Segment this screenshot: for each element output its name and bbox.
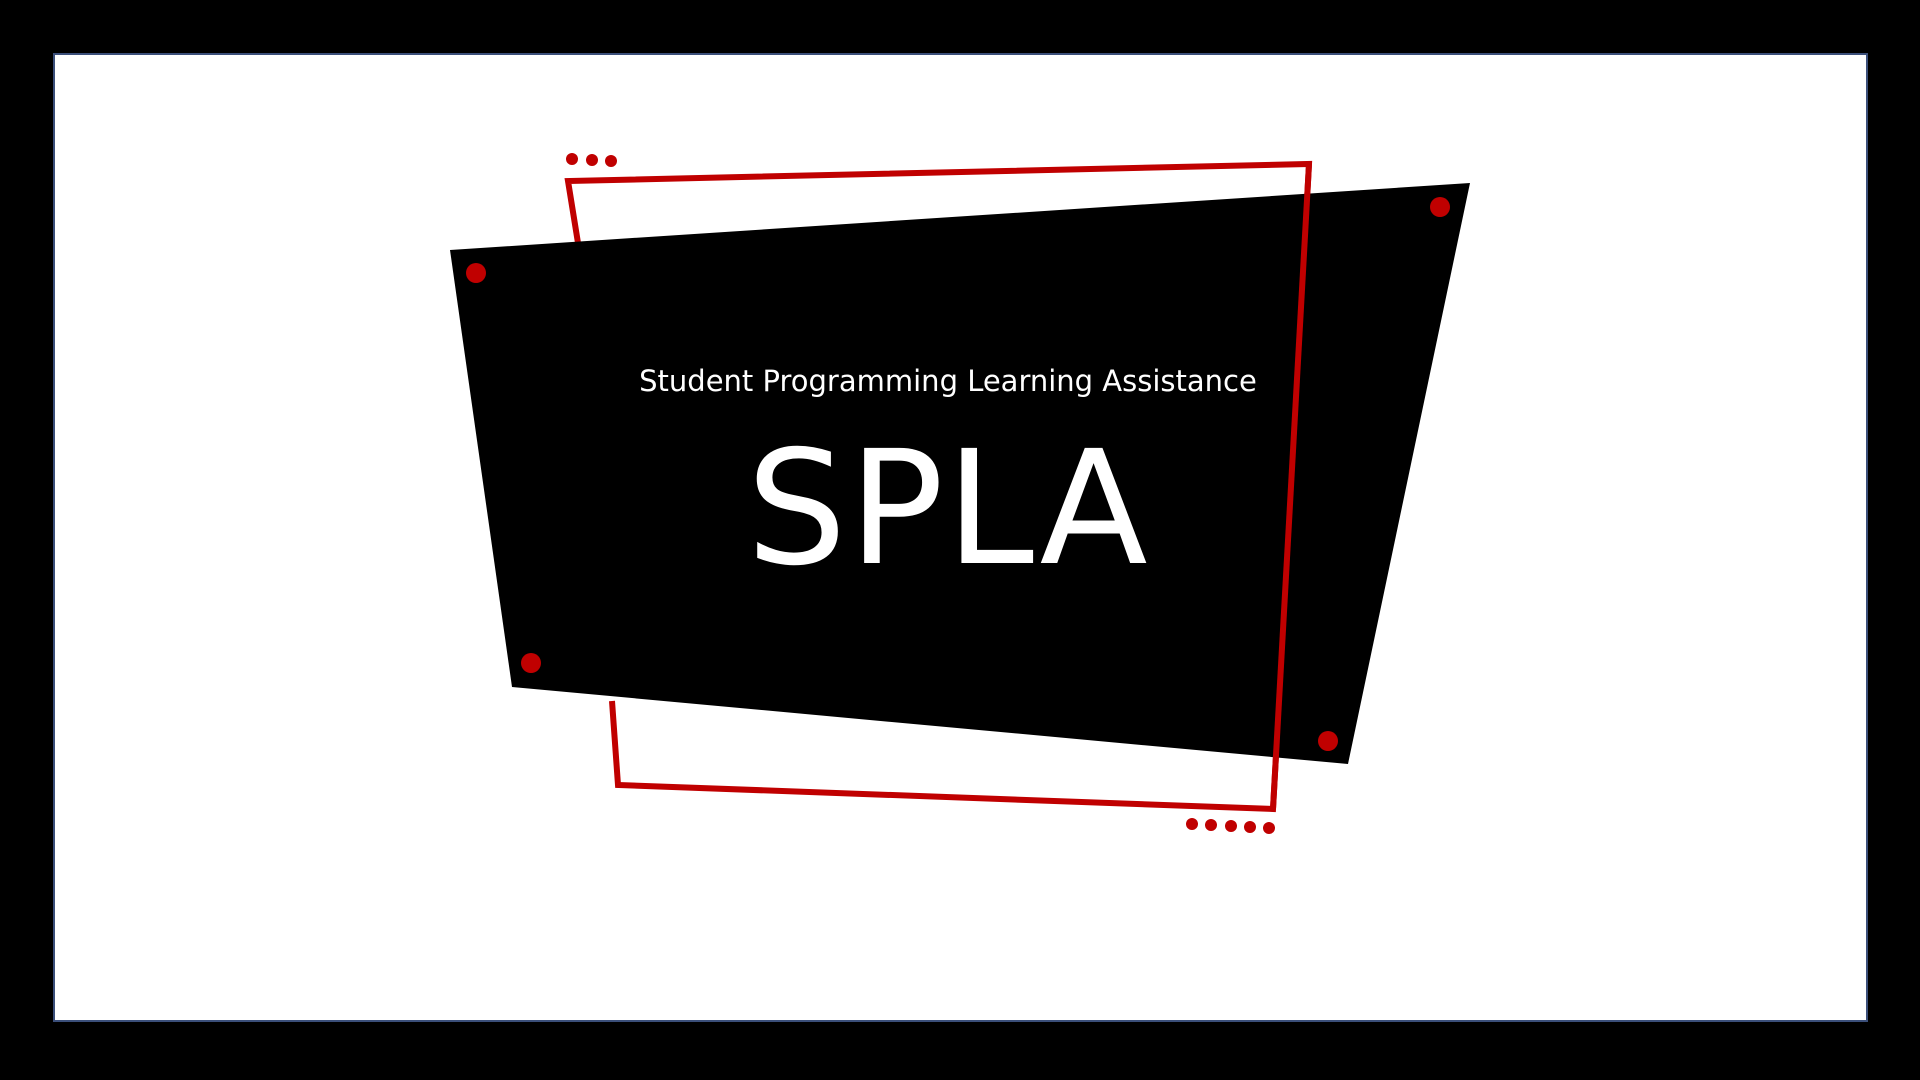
- dot-cluster-bottom: [1263, 822, 1275, 834]
- dot-cluster-bottom: [1244, 821, 1256, 833]
- dot-cluster-bottom: [1225, 820, 1237, 832]
- corner-dot-top-left: [466, 263, 486, 283]
- corner-dot-top-right: [1430, 197, 1450, 217]
- dot-cluster-bottom: [1205, 819, 1217, 831]
- dot-cluster-top: [605, 155, 617, 167]
- slide-subtitle: Student Programming Learning Assistance: [639, 364, 1257, 398]
- dot-cluster-top: [586, 154, 598, 166]
- corner-dot-bottom-right: [1318, 731, 1338, 751]
- slide-title: SPLA: [746, 417, 1150, 601]
- corner-dot-bottom-left: [521, 653, 541, 673]
- dot-cluster-bottom: [1186, 818, 1198, 830]
- dot-cluster-top: [566, 153, 578, 165]
